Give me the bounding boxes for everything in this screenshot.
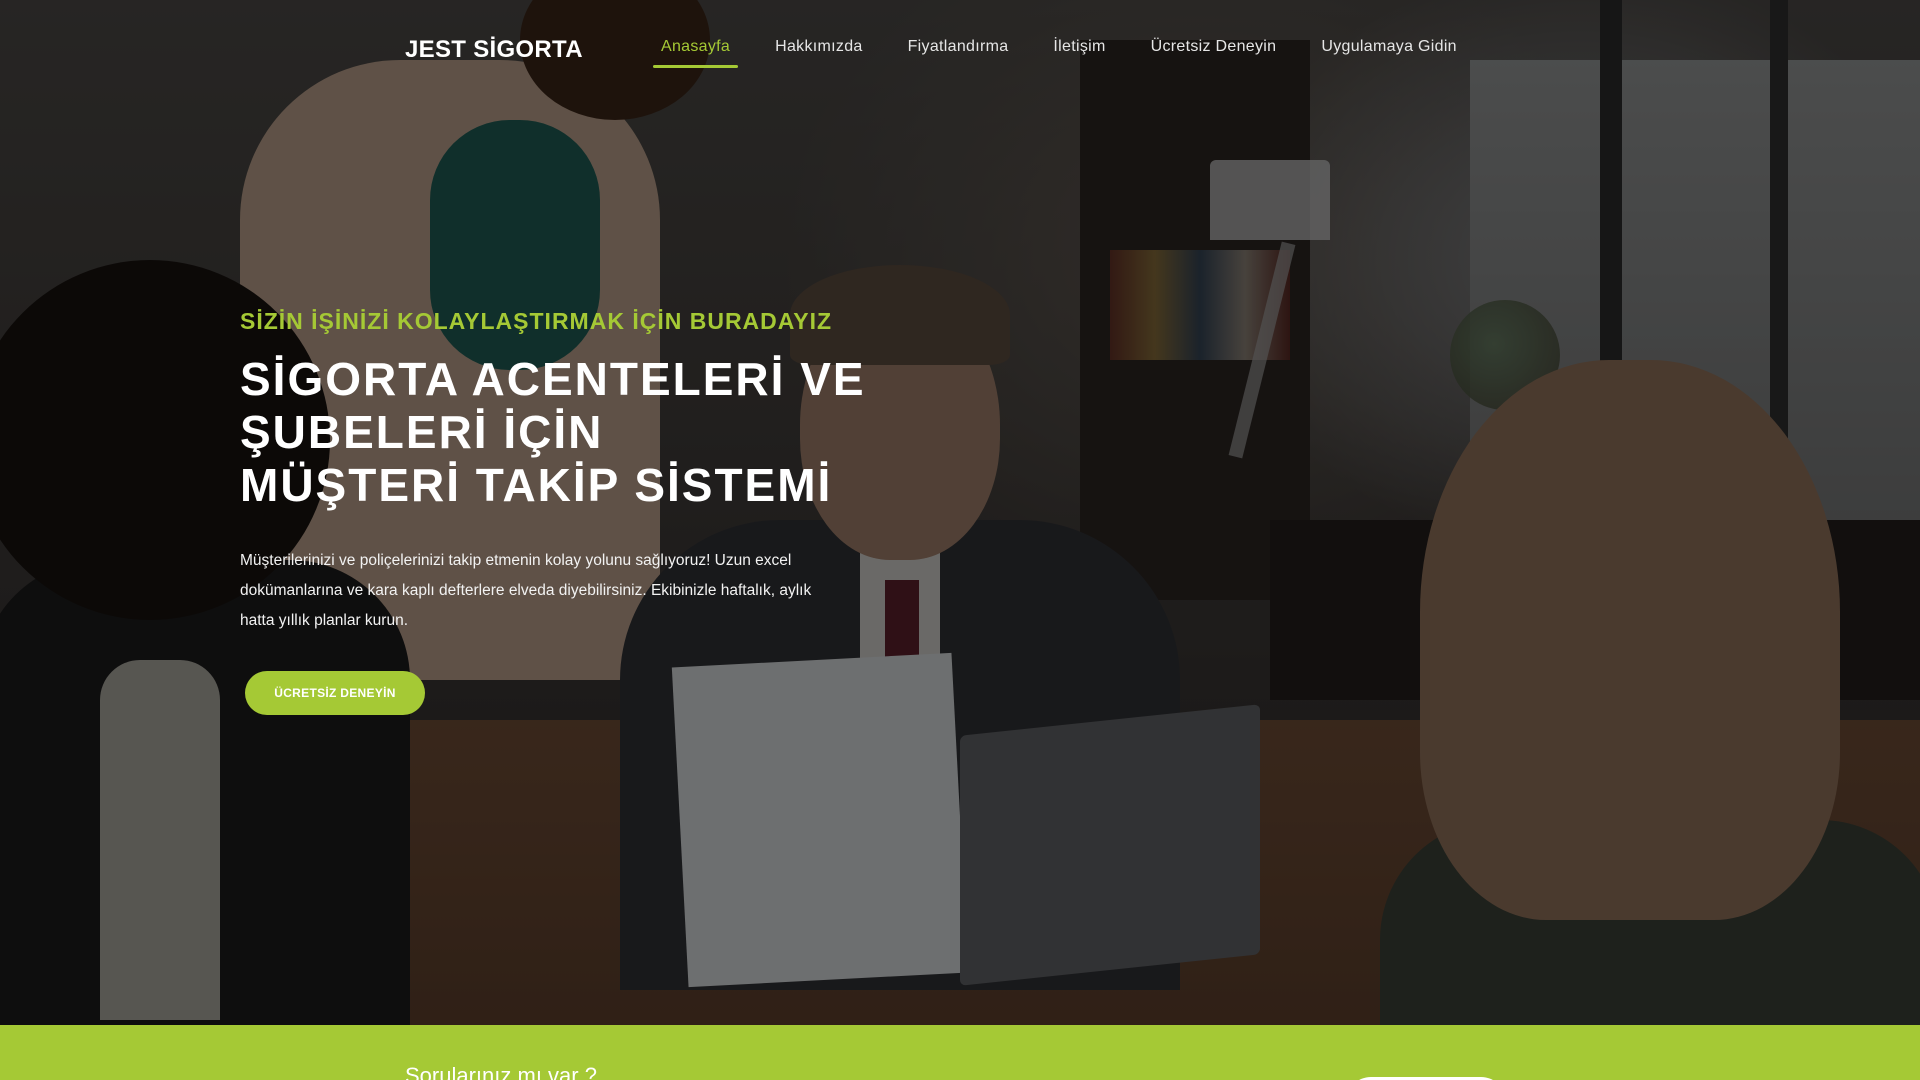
nav-item-iletisim[interactable]: İletişim [1045,34,1113,68]
nav-item-ucretsiz-deneyin[interactable]: Ücretsiz Deneyin [1143,34,1285,68]
questions-heading: Sorularınız mı var ? [405,1063,597,1080]
site-logo[interactable]: JEST SİGORTA [405,36,583,64]
hero-headline-line: ŞUBELERİ İÇİN [240,406,604,458]
hero-description: Müşterilerinizi ve poliçelerinizi takip … [240,552,812,629]
hero-headline-line: SİGORTA ACENTELERİ VE [240,353,866,405]
hero-eyebrow: SİZİN İŞİNİZİ KOLAYLAŞTIRMAK İÇİN BURADA… [240,308,833,334]
hero-headline-line: MÜŞTERİ TAKİP SİSTEMİ [240,459,833,511]
contact-cta-strip: Sorularınız mı var ? [0,1025,1920,1080]
free-trial-button[interactable]: ÜCRETSİZ DENEYİN [245,671,425,715]
nav-item-uygulamaya-gidin[interactable]: Uygulamaya Gidin [1313,34,1465,68]
hero-headline: SİGORTA ACENTELERİ VE ŞUBELERİ İÇİN MÜŞT… [240,353,866,512]
top-navigation: JEST SİGORTA Anasayfa Hakkımızda Fiyatla… [0,0,1920,100]
nav-item-hakkimizda[interactable]: Hakkımızda [767,34,870,68]
hero-content: SİZİN İŞİNİZİ KOLAYLAŞTIRMAK İÇİN BURADA… [240,308,866,636]
nav-item-anasayfa[interactable]: Anasayfa [653,34,739,68]
main-menu: Anasayfa Hakkımızda Fiyatlandırma İletiş… [653,34,1494,68]
nav-item-fiyatlandirma[interactable]: Fiyatlandırma [900,34,1017,68]
